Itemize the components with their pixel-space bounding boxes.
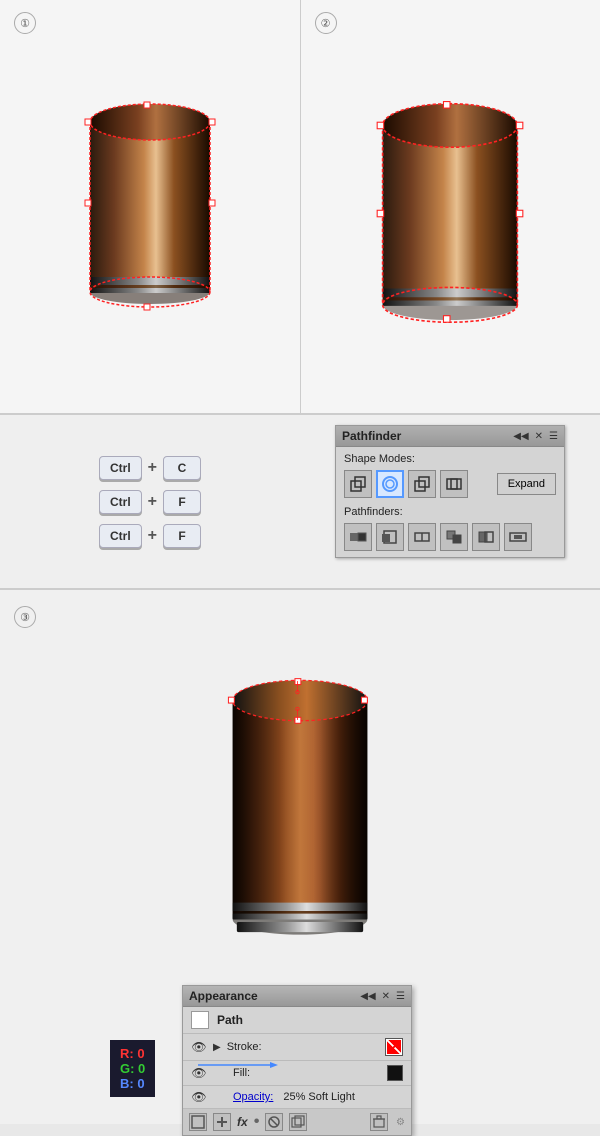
- pathfinder-area: Pathfinder ◀◀ ✕ ☰ Shape Modes:: [300, 415, 600, 588]
- pathfinder-panel: Pathfinder ◀◀ ✕ ☰ Shape Modes:: [335, 425, 565, 558]
- pathfinder-close[interactable]: ✕: [535, 431, 543, 442]
- step-1-number: ①: [14, 12, 36, 34]
- pathfinder-controls: ◀◀ ✕ ☰: [513, 431, 558, 442]
- pf-5[interactable]: [472, 523, 500, 551]
- duplicate-icon[interactable]: [289, 1113, 307, 1131]
- appearance-controls: ◀◀ ✕ ☰: [360, 991, 405, 1002]
- shape-modes-row: Expand: [344, 470, 556, 498]
- plus-1: +: [148, 459, 157, 477]
- exclude-btn[interactable]: [440, 470, 468, 498]
- rgb-g-value: G: 0: [120, 1061, 145, 1076]
- stroke-visibility-icon[interactable]: 👁: [191, 1040, 207, 1054]
- pathfinder-body: Shape Modes:: [336, 447, 564, 557]
- stroke-label: Stroke:: [227, 1041, 379, 1053]
- top-panels: ①: [0, 0, 600, 415]
- pathfinders-label: Pathfinders:: [344, 506, 556, 518]
- appearance-close[interactable]: ✕: [382, 991, 390, 1002]
- appearance-collapse[interactable]: ◀◀: [360, 991, 375, 1002]
- pf-3[interactable]: [408, 523, 436, 551]
- fx-button[interactable]: fx: [237, 1115, 248, 1129]
- key-f-1[interactable]: F: [163, 490, 201, 514]
- rgb-b-line: B: 0: [120, 1076, 145, 1091]
- rgb-g-line: G: 0: [120, 1061, 145, 1076]
- cylinder-1: [80, 92, 220, 322]
- path-header-row: Path: [183, 1007, 411, 1034]
- plus-2: +: [148, 493, 157, 511]
- cylinder-3: [210, 650, 390, 970]
- appearance-title: Appearance: [189, 989, 258, 1003]
- fx-dot: •: [254, 1113, 260, 1131]
- plus-3: +: [148, 527, 157, 545]
- key-c[interactable]: C: [163, 456, 201, 480]
- appearance-menu[interactable]: ☰: [396, 991, 405, 1002]
- appearance-footer: fx • ⚙: [183, 1109, 411, 1135]
- panel-1: ①: [0, 0, 301, 413]
- pathfinder-titlebar: Pathfinder ◀◀ ✕ ☰: [336, 426, 564, 447]
- add-layer-icon[interactable]: [213, 1113, 231, 1131]
- pathfinder-collapse[interactable]: ◀◀: [513, 431, 528, 442]
- rgb-b-value: B: 0: [120, 1076, 145, 1091]
- middle-section: Ctrl + C Ctrl + F Ctrl + F Pathfinder ◀◀…: [0, 415, 600, 590]
- pathfinder-title: Pathfinder: [342, 429, 401, 443]
- bottom-section: ③: [0, 590, 600, 1124]
- new-layer-icon[interactable]: [189, 1113, 207, 1131]
- opacity-row: 👁 Opacity: 25% Soft Light: [183, 1086, 411, 1109]
- unite-btn[interactable]: [344, 470, 372, 498]
- rgb-arrow-indicator: [198, 1059, 278, 1071]
- appearance-body: Path 👁 ▶ Stroke: 👁 Fill: 👁: [183, 1007, 411, 1135]
- key-ctrl-2[interactable]: Ctrl: [99, 490, 142, 514]
- footer-settings-icon[interactable]: ⚙: [396, 1117, 405, 1128]
- shape-modes-label: Shape Modes:: [344, 453, 556, 465]
- pathfinder-menu[interactable]: ☰: [549, 431, 558, 442]
- key-ctrl-1[interactable]: Ctrl: [99, 456, 142, 480]
- pf-1[interactable]: [344, 523, 372, 551]
- appearance-titlebar: Appearance ◀◀ ✕ ☰: [183, 986, 411, 1007]
- pf-2[interactable]: [376, 523, 404, 551]
- shortcut-row-3: Ctrl + F: [99, 524, 201, 548]
- key-ctrl-3[interactable]: Ctrl: [99, 524, 142, 548]
- pf-6[interactable]: [504, 523, 532, 551]
- stroke-expand-arrow[interactable]: ▶: [213, 1042, 221, 1053]
- path-thumbnail: [191, 1011, 209, 1029]
- step-3-number: ③: [14, 606, 36, 628]
- stroke-swatch[interactable]: [385, 1038, 403, 1056]
- opacity-visibility-icon[interactable]: 👁: [191, 1090, 207, 1104]
- shortcut-row-1: Ctrl + C: [99, 456, 201, 480]
- cylinder-3-wrap: [210, 650, 390, 973]
- path-label: Path: [217, 1013, 243, 1027]
- shortcut-row-2: Ctrl + F: [99, 490, 201, 514]
- delete-icon[interactable]: [370, 1113, 388, 1131]
- key-f-2[interactable]: F: [163, 524, 201, 548]
- clear-appearance-icon[interactable]: [265, 1113, 283, 1131]
- stroke-row: 👁 ▶ Stroke:: [183, 1034, 411, 1061]
- minus-front-btn[interactable]: [376, 470, 404, 498]
- opacity-value: 25% Soft Light: [283, 1091, 355, 1103]
- pf-4[interactable]: [440, 523, 468, 551]
- expand-button[interactable]: Expand: [497, 473, 556, 495]
- pathfinders-row: [344, 523, 556, 551]
- opacity-label[interactable]: Opacity:: [233, 1091, 273, 1103]
- rgb-badge: R: 0 G: 0 B: 0: [110, 1040, 155, 1097]
- rgb-r-line: R: 0: [120, 1046, 145, 1061]
- intersect-btn[interactable]: [408, 470, 436, 498]
- panel-2: ②: [301, 0, 600, 413]
- step-2-number: ②: [315, 12, 337, 34]
- cylinder-2: [370, 82, 530, 332]
- keyboard-area: Ctrl + C Ctrl + F Ctrl + F: [0, 415, 300, 588]
- fill-swatch[interactable]: [387, 1065, 403, 1081]
- rgb-r-value: R: 0: [120, 1046, 145, 1061]
